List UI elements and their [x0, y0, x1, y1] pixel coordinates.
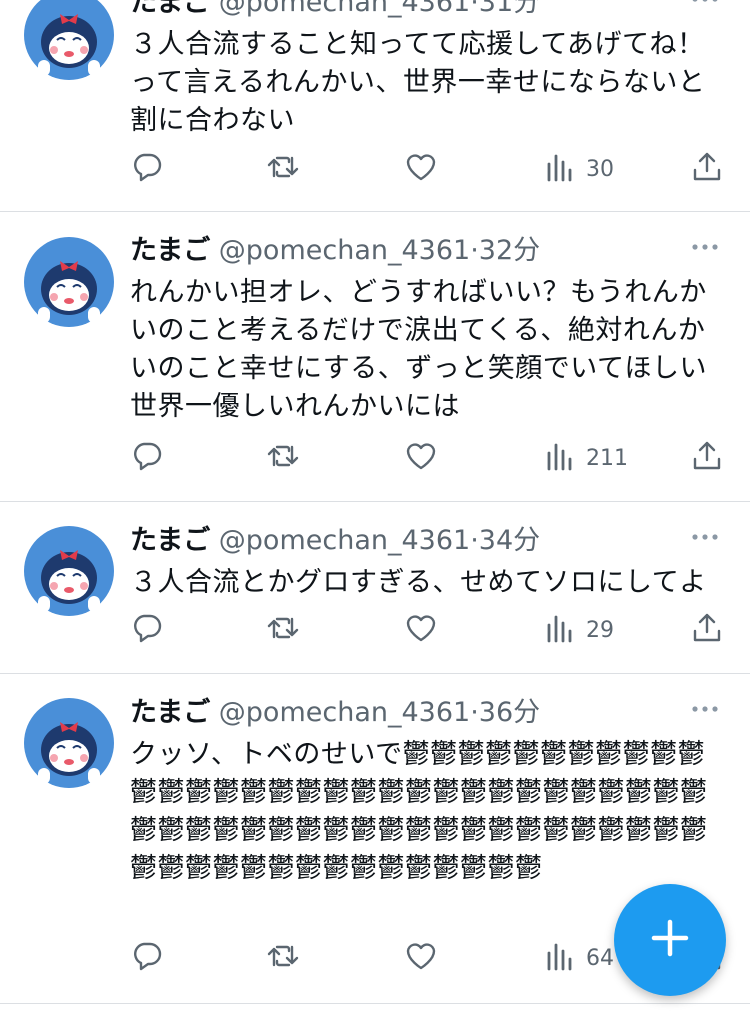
avatar[interactable]	[24, 0, 114, 80]
user-handle[interactable]: @pomechan_4361	[219, 525, 470, 556]
more-icon[interactable]	[688, 520, 722, 554]
share-icon	[690, 150, 724, 188]
tweet-content: たまご @pomechan_4361·34分 ３人合流とかグロすぎる、せめてソロ…	[130, 520, 722, 602]
like-icon	[404, 611, 438, 649]
retweet-icon	[266, 150, 300, 188]
avatar[interactable]	[24, 237, 114, 327]
retweet-button[interactable]	[266, 438, 300, 478]
more-icon[interactable]	[688, 0, 722, 16]
avatar[interactable]	[24, 698, 114, 788]
tweet-actions: 29	[130, 610, 730, 650]
views-button[interactable]: 64	[544, 938, 614, 978]
reply-icon	[130, 939, 164, 977]
retweet-button[interactable]	[266, 938, 300, 978]
like-button[interactable]	[404, 438, 438, 478]
display-name[interactable]: たまご	[130, 235, 210, 266]
user-handle[interactable]: @pomechan_4361	[219, 235, 470, 266]
views-count: 211	[586, 445, 628, 471]
compose-plus-icon	[650, 918, 690, 962]
timestamp[interactable]: 32分	[479, 235, 540, 266]
retweet-icon	[266, 939, 300, 977]
views-icon	[544, 439, 578, 477]
share-button[interactable]	[690, 610, 724, 650]
reply-icon	[130, 611, 164, 649]
like-button[interactable]	[404, 938, 438, 978]
tweet[interactable]: たまご @pomechan_4361·34分 ３人合流とかグロすぎる、せめてソロ…	[0, 502, 750, 674]
timeline: たまご @pomechan_4361·31分 ３人合流すること知ってて応援してあ…	[0, 0, 750, 1020]
retweet-icon	[266, 611, 300, 649]
tweet-actions: 30	[130, 149, 730, 189]
share-button[interactable]	[690, 149, 724, 189]
separator-dot: ·	[470, 235, 479, 266]
tweet-text: れんかい担オレ、どうすればいい？もうれんかいのこと考えるだけで涙出てくる、絶対れ…	[130, 277, 707, 422]
user-handle[interactable]: @pomechan_4361	[219, 697, 470, 728]
separator-dot: ·	[470, 0, 479, 18]
views-count: 64	[586, 945, 614, 971]
avatar[interactable]	[24, 526, 114, 616]
separator-dot: ·	[470, 525, 479, 556]
reply-button[interactable]	[130, 438, 164, 478]
tweet-content: たまご @pomechan_4361·32分 れんかい担オレ、どうすればいい？も…	[130, 230, 722, 426]
like-button[interactable]	[404, 149, 438, 189]
more-icon[interactable]	[688, 692, 722, 726]
tweet-header: たまご @pomechan_4361·32分	[130, 230, 722, 272]
more-icon[interactable]	[688, 230, 722, 264]
tweet-text: ３人合流とかグロすぎる、せめてソロにしてよ	[130, 567, 707, 598]
user-handle[interactable]: @pomechan_4361	[219, 0, 470, 18]
like-icon	[404, 939, 438, 977]
views-count: 30	[586, 156, 614, 182]
tweet-header: たまご @pomechan_4361·31分	[130, 0, 722, 24]
like-icon	[404, 439, 438, 477]
tweet[interactable]: たまご @pomechan_4361·32分 れんかい担オレ、どうすればいい？も…	[0, 212, 750, 502]
tweet-content: たまご @pomechan_4361·36分 クッソ、トベのせいで鬱鬱鬱鬱鬱鬱鬱…	[130, 692, 722, 888]
views-icon	[544, 611, 578, 649]
tweet-actions: 211	[130, 438, 730, 478]
views-icon	[544, 939, 578, 977]
reply-button[interactable]	[130, 149, 164, 189]
like-button[interactable]	[404, 610, 438, 650]
timestamp[interactable]: 31分	[479, 0, 540, 18]
display-name[interactable]: たまご	[130, 697, 210, 728]
tweet-content: たまご @pomechan_4361·31分 ３人合流すること知ってて応援してあ…	[130, 0, 722, 140]
tweet-text: ３人合流すること知ってて応援してあげてね！って言えるれんかい、世界一幸せにならな…	[130, 29, 706, 136]
views-button[interactable]: 211	[544, 438, 628, 478]
tweet[interactable]: たまご @pomechan_4361·31分 ３人合流すること知ってて応援してあ…	[0, 0, 750, 212]
tweet-header: たまご @pomechan_4361·34分	[130, 520, 722, 562]
views-button[interactable]: 29	[544, 610, 614, 650]
reply-icon	[130, 439, 164, 477]
timestamp[interactable]: 34分	[479, 525, 540, 556]
like-icon	[404, 150, 438, 188]
views-count: 29	[586, 617, 614, 643]
reply-button[interactable]	[130, 610, 164, 650]
compose-button[interactable]	[614, 884, 726, 996]
share-icon	[690, 439, 724, 477]
reply-button[interactable]	[130, 938, 164, 978]
share-button[interactable]	[690, 438, 724, 478]
retweet-icon	[266, 439, 300, 477]
timestamp[interactable]: 36分	[479, 697, 540, 728]
retweet-button[interactable]	[266, 149, 300, 189]
reply-icon	[130, 150, 164, 188]
display-name[interactable]: たまご	[130, 525, 210, 556]
tweet-header: たまご @pomechan_4361·36分	[130, 692, 722, 734]
share-icon	[690, 611, 724, 649]
tweet-text: クッソ、トベのせいで鬱鬱鬱鬱鬱鬱鬱鬱鬱鬱鬱鬱鬱鬱鬱鬱鬱鬱鬱鬱鬱鬱鬱鬱鬱鬱鬱鬱鬱鬱…	[130, 739, 708, 884]
separator-dot: ·	[470, 697, 479, 728]
display-name[interactable]: たまご	[130, 0, 210, 18]
retweet-button[interactable]	[266, 610, 300, 650]
views-icon	[544, 150, 578, 188]
views-button[interactable]: 30	[544, 149, 614, 189]
